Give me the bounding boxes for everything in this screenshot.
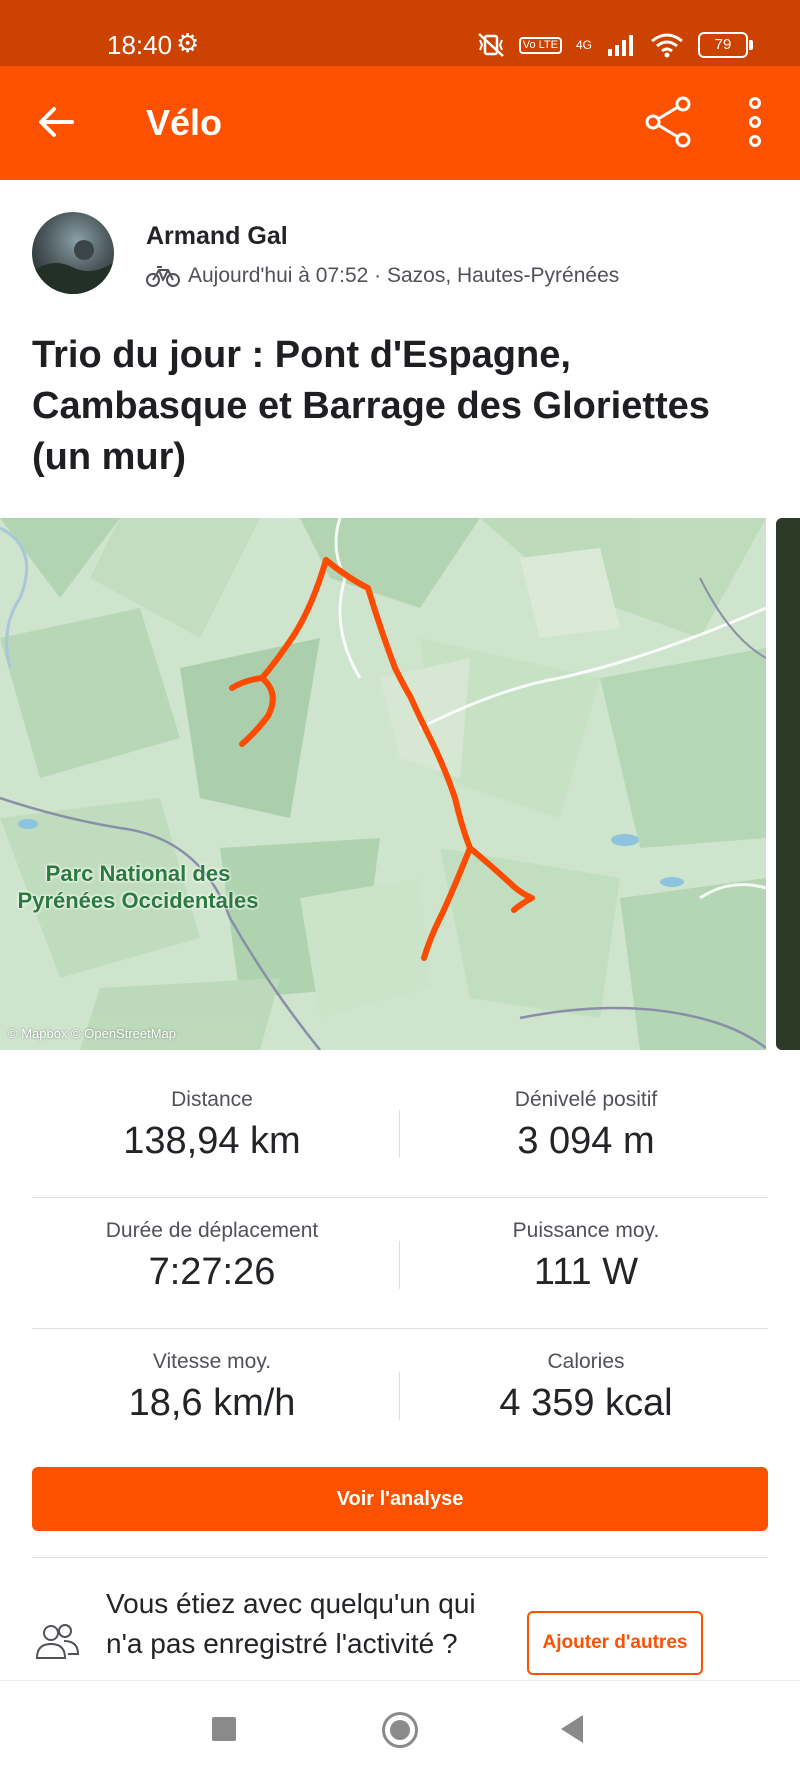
status-time: 18:40 [107,30,173,60]
status-icons: Vo LTE 4G 79 [477,28,753,62]
stat-label: Dénivelé positif [514,1088,658,1111]
map-park-label: Parc National des Pyrénées Occidentales [17,861,259,913]
athlete-name[interactable]: Armand Gal [146,222,288,251]
stat-row-divider [32,1197,768,1198]
activity-title: Trio du jour : Pont d'Espagne, Cambasque… [32,334,710,478]
more-vertical-icon[interactable] [740,96,770,148]
stat-distance: Distance 138,94 km [62,1088,362,1163]
signal-icon [608,35,633,56]
back-arrow-icon[interactable] [36,102,76,142]
nav-back-icon[interactable] [561,1715,583,1743]
home-icon[interactable] [382,1712,418,1748]
stat-value: 111 W [533,1251,639,1293]
stat-label: Calories [547,1350,625,1373]
people-icon [35,1624,80,1659]
stat-row-divider [32,1328,768,1329]
status-bar: 18:40 ⚙ Vo LTE 4G 79 [0,0,800,66]
bike-icon [146,266,180,287]
stat-avg-power: Puissance moy. 111 W [436,1219,736,1294]
next-photo-peek[interactable] [776,518,800,1050]
stat-label: Puissance moy. [512,1219,660,1242]
stat-label: Vitesse moy. [152,1350,272,1373]
stat-avg-speed: Vitesse moy. 18,6 km/h [62,1350,362,1425]
route-map[interactable]: Parc National des Pyrénées Occidentales [0,518,766,1050]
recents-icon[interactable] [212,1717,236,1741]
stat-value: 7:27:26 [148,1251,276,1293]
stat-divider [399,1241,400,1289]
stat-divider [399,1372,400,1420]
view-analysis-button[interactable]: Voir l'analyse [32,1467,768,1531]
friends-prompt: Vous étiez avec quelqu'un qui n'a pas en… [106,1588,476,1659]
stat-value: 18,6 km/h [128,1382,296,1424]
page-title: Vélo [146,102,223,143]
stat-elevation: Dénivelé positif 3 094 m [436,1088,736,1163]
stat-value: 138,94 km [123,1120,301,1162]
map-attribution: © Mapbox © OpenStreetMap [8,1026,177,1041]
vibrate-off-icon [477,33,504,57]
activity-meta: Aujourd'hui à 07:52 · Sazos, Hautes-Pyré… [146,264,619,288]
section-divider [32,1557,768,1558]
stat-label: Distance [171,1088,253,1111]
share-icon[interactable] [643,96,695,148]
stat-value: 4 359 kcal [499,1382,673,1424]
wifi-icon [651,33,683,58]
stat-label: Durée de déplacement [105,1219,319,1242]
stat-value: 3 094 m [517,1120,655,1162]
network-type: 4G [575,38,592,52]
activity-date-location: Aujourd'hui à 07:52 · Sazos, Hautes-Pyré… [188,264,620,287]
stat-moving-time: Durée de déplacement 7:27:26 [62,1219,362,1294]
volte-badge: Vo LTE [518,36,562,54]
add-friends-button[interactable]: Ajouter d'autres amis [527,1611,703,1713]
battery-icon: 79 [698,32,753,58]
stat-calories: Calories 4 359 kcal [436,1350,736,1425]
avatar[interactable] [32,212,114,294]
settings-gear-icon: ⚙ [176,28,200,58]
stat-divider [399,1110,400,1158]
app-bar: Vélo [0,66,800,180]
